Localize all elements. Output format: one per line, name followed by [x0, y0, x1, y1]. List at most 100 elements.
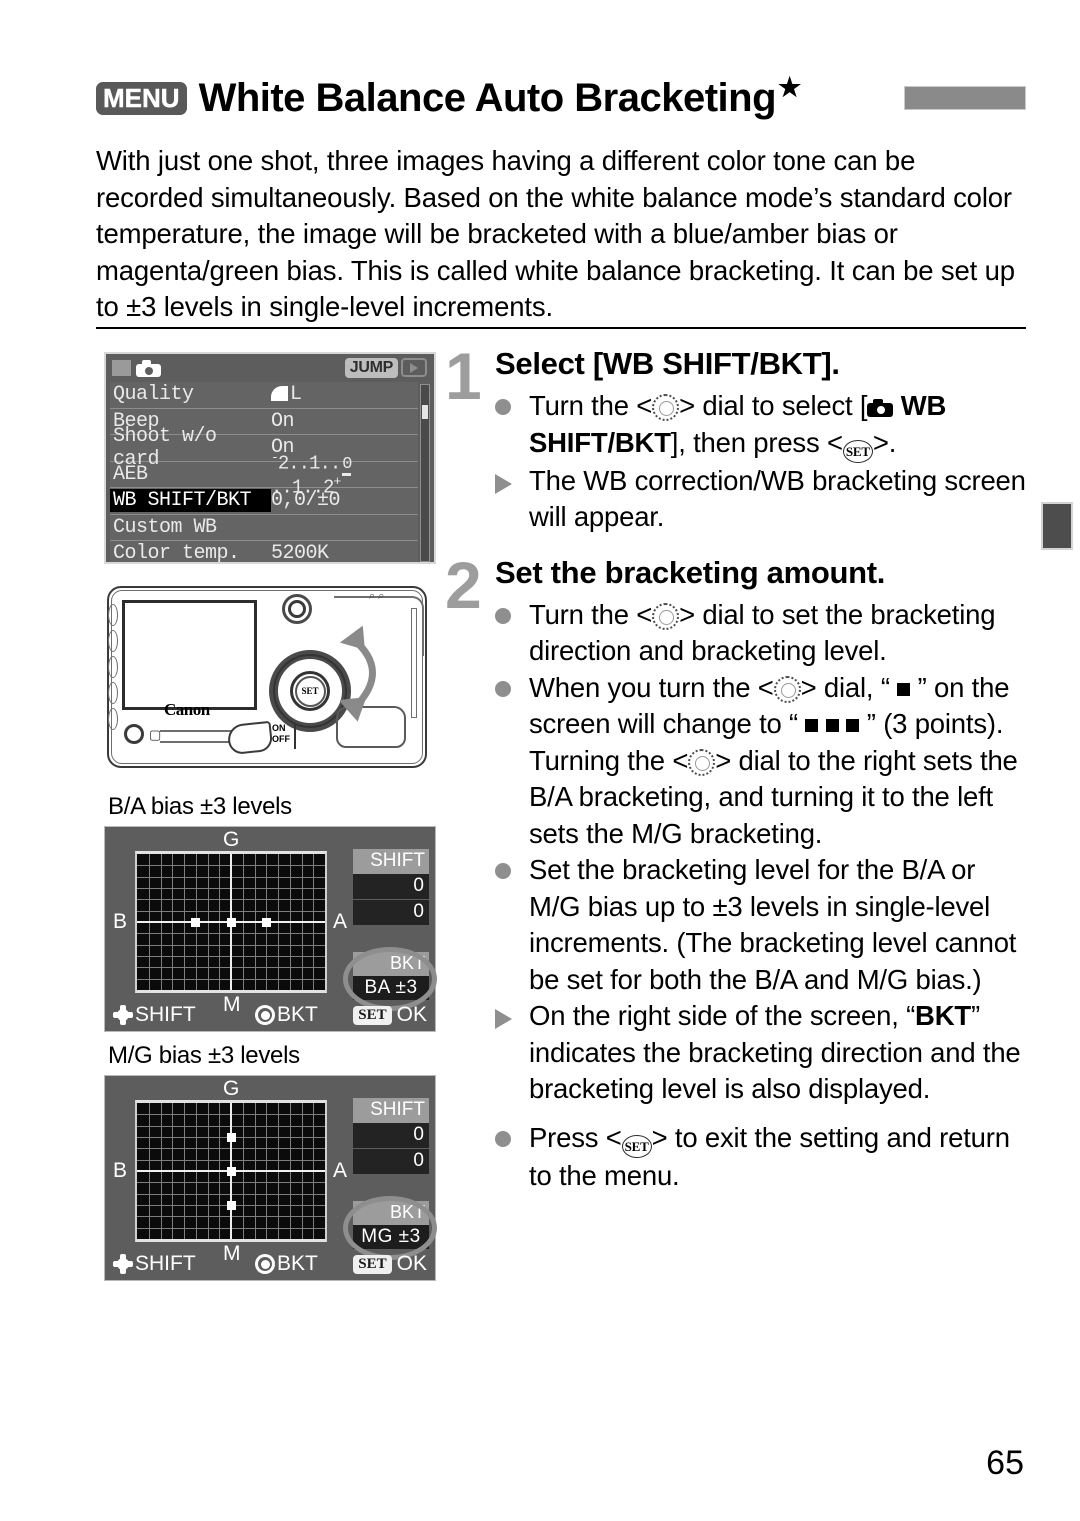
menu-row-list: Quality L Beep On Shoot w/o card On AEB …	[110, 382, 418, 564]
wb-bracketing-screen-mg: G M B A SHIFT 0 0 BKT MG ±3 SHIFT BKT SE…	[104, 1075, 437, 1281]
dial-icon	[255, 1005, 275, 1025]
playback-icon[interactable]	[401, 358, 427, 377]
bullet-item: Turn the < > dial to set the bracketing d…	[495, 597, 1027, 670]
square-marker-icon	[897, 682, 911, 696]
menu-row-value: On	[271, 409, 295, 433]
axis-label-blue: B	[113, 910, 128, 933]
set-icon: SET	[842, 439, 873, 463]
menu-row-label: WB SHIFT/BKT	[110, 489, 271, 513]
bullet-item: Press < SET > to exit the setting and retu…	[495, 1120, 1027, 1195]
dial-icon	[652, 394, 680, 421]
bullet-dot-icon	[495, 680, 511, 697]
quality-icon	[271, 386, 288, 402]
camera-side-detail	[411, 608, 417, 718]
bullet-item: Turn the < > dial to select [ WB SHIFT/BK…	[495, 388, 1027, 463]
star-icon: ★	[778, 72, 801, 103]
instructions-column: 1 Select [WB SHIFT/BKT]. Turn the < > dia…	[445, 339, 1027, 1200]
magnify-icons: ⌕ ⌕	[369, 590, 385, 602]
camera-top-button-inner	[288, 600, 306, 618]
jump-badge[interactable]: JUMP	[344, 358, 398, 378]
step-bullets: Turn the < > dial to set the bracketing d…	[447, 597, 1027, 1195]
footer-shift: SHIFT	[113, 1003, 196, 1027]
set-button-label: SET	[294, 675, 326, 707]
left-illustration-column: JUMP Quality L Beep On Shoot w/o card On…	[104, 352, 437, 1281]
triangle-icon	[495, 473, 512, 494]
scrollbar-thumb[interactable]	[422, 405, 428, 419]
menu-row-value: 5200K	[271, 542, 329, 564]
shooting-menu-icon	[136, 359, 161, 377]
ba-panel-caption: B/A bias ±3 levels	[108, 793, 292, 820]
menu-tab-placeholder	[112, 360, 131, 376]
menu-row-color-temp[interactable]: Color temp. 5200K	[110, 541, 418, 564]
bullet-item: The WB correction/WB bracketing screen w…	[495, 463, 1027, 536]
bullet-marker	[495, 998, 529, 1108]
axis-label-green: G	[223, 1077, 240, 1100]
triangle-icon	[495, 1009, 512, 1029]
intro-paragraph: With just one shot, three images having …	[96, 145, 1015, 322]
multi-controller-icon	[113, 1254, 133, 1274]
axis-label-amber: A	[333, 1159, 348, 1182]
menu-row-custom-wb[interactable]: Custom WB	[110, 514, 418, 541]
bracket-point	[191, 917, 201, 927]
step-number: 1	[445, 339, 482, 413]
bullet-text: Press < SET > to exit the setting and retu…	[529, 1121, 1010, 1191]
bullet-text: When you turn the < > dial, “ ” on the sc…	[529, 671, 1018, 849]
dial-icon	[773, 675, 801, 703]
wb-screen-footer-ba: SHIFT BKT SET OK	[105, 1001, 435, 1029]
bullet-marker	[495, 852, 529, 998]
bkt-readout-ba: BKT BA ±3	[353, 952, 429, 1000]
bullet-marker	[495, 597, 529, 670]
shift-readout-mg: SHIFT 0 0	[353, 1098, 429, 1175]
step-2: 2 Set the bracketing amount. Turn the < >…	[445, 552, 1027, 1195]
footer-bkt: BKT	[255, 1003, 318, 1027]
bullet-text: Turn the < > dial to select [ WB SHIFT/BK…	[529, 388, 1027, 463]
page-header: MENU White Balance Auto Bracketing★	[96, 72, 1026, 124]
bracket-point	[226, 1200, 236, 1210]
mg-panel-caption: M/G bias ±3 levels	[108, 1042, 300, 1069]
bullet-marker	[495, 463, 529, 536]
camera-back-illustration: Canon SET ▢ ON OFF ⌕ ⌕	[104, 578, 436, 783]
menu-row-label: Color temp.	[113, 542, 240, 564]
bullet-dot-icon	[495, 607, 511, 624]
header-rule-bar	[904, 86, 1026, 110]
bracket-point	[226, 1132, 236, 1142]
bullet-item: When you turn the < > dial, “ ” on the sc…	[495, 670, 1027, 853]
bkt-value: BA ±3	[353, 976, 429, 1000]
menu-screen-topbar: JUMP	[106, 354, 434, 382]
camera-icon	[867, 399, 894, 417]
shift-header: SHIFT	[353, 1098, 429, 1123]
leader-lines	[160, 730, 232, 744]
aeb-scale: -2..1.. 0 ..1..2+	[271, 449, 352, 499]
footer-set-ok: SET OK	[353, 1003, 427, 1027]
menu-scrollbar[interactable]	[420, 384, 430, 562]
square-marker-icon	[825, 719, 839, 732]
wb-screen-footer-mg: SHIFT BKT SET OK	[105, 1250, 435, 1278]
page-title: White Balance Auto Bracketing★	[198, 72, 802, 120]
bullet-marker	[495, 670, 529, 853]
bullet-item: Set the bracketing level for the B/A or …	[495, 852, 1027, 998]
menu-row-label: AEB	[113, 462, 148, 486]
footer-bkt: BKT	[255, 1252, 318, 1276]
dial-icon	[652, 602, 680, 630]
shift-readout-ba: SHIFT 0 0	[353, 849, 429, 926]
bullet-text: Turn the < > dial to set the bracketing d…	[529, 598, 996, 667]
set-icon: SET	[353, 1005, 392, 1025]
bkt-readout-mg: BKT MG ±3	[353, 1201, 429, 1249]
step-1: 1 Select [WB SHIFT/BKT]. Turn the < > dia…	[445, 339, 1027, 536]
edge-chapter-tab	[1041, 502, 1073, 550]
square-marker-icon	[805, 719, 819, 732]
menu-row-aeb[interactable]: AEB -2..1.. 0 ..1..2+	[110, 450, 418, 499]
menu-row-label: Custom WB	[113, 515, 217, 539]
menu-row-value: L	[271, 383, 418, 406]
shift-header: SHIFT	[353, 849, 429, 874]
dial-rotation-arrow	[340, 625, 376, 722]
bracket-point	[226, 1166, 236, 1176]
menu-row-quality[interactable]: Quality L	[110, 382, 418, 409]
bullet-text: The WB correction/WB bracketing screen w…	[529, 464, 1026, 533]
square-marker-icon	[846, 719, 860, 732]
set-icon: SET	[353, 1254, 392, 1274]
bkt-header: BKT	[353, 952, 429, 976]
camera-left-button	[124, 724, 144, 744]
page-number: 65	[986, 1444, 1024, 1482]
dial-icon	[688, 748, 716, 776]
